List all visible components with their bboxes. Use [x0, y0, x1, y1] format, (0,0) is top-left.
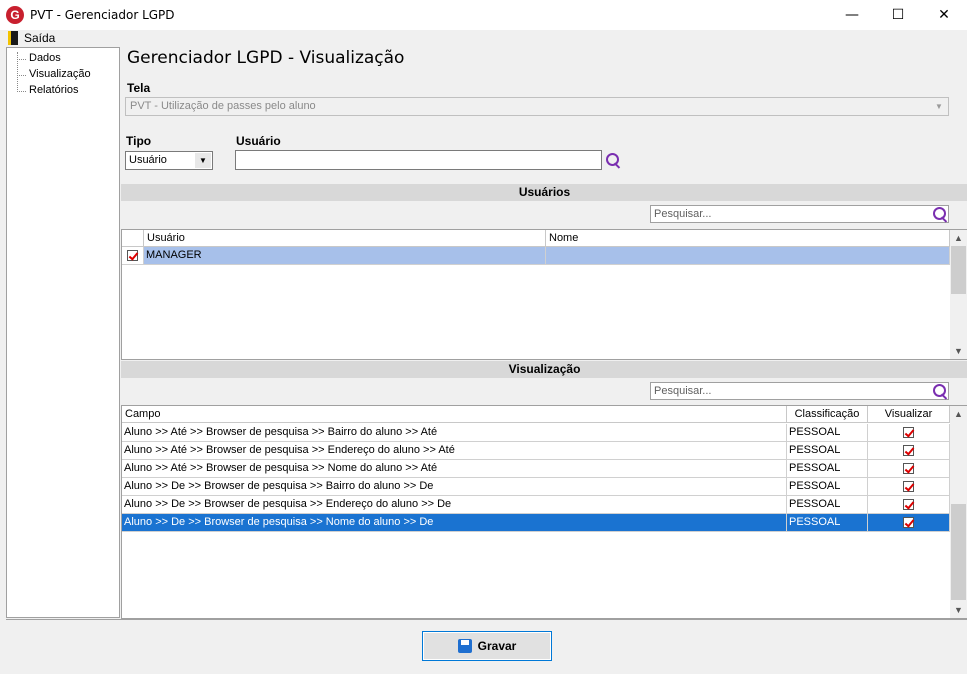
table-row[interactable]: Aluno >> Até >> Browser de pesquisa >> N…	[122, 460, 950, 478]
usuario-label: Usuário	[236, 134, 281, 148]
tela-select[interactable]: PVT - Utilização de passes pelo aluno	[125, 97, 949, 116]
close-button[interactable]: ✕	[921, 0, 967, 30]
usuario-input[interactable]	[235, 150, 602, 170]
save-button[interactable]: Gravar	[422, 631, 552, 661]
visualizar-cell[interactable]	[868, 478, 950, 496]
table-header-classificacao[interactable]: Classificação	[787, 406, 868, 423]
classificacao-cell: PESSOAL	[787, 460, 868, 478]
usuario-cell: MANAGER	[144, 247, 546, 265]
visualizar-cell[interactable]	[868, 442, 950, 460]
table-row[interactable]: MANAGER	[122, 247, 950, 265]
window-title: PVT - Gerenciador LGPD	[30, 8, 175, 22]
tree-item-visualizacao[interactable]: Visualização	[17, 68, 91, 80]
scroll-down-icon[interactable]: ▼	[950, 602, 967, 618]
table-header-nome[interactable]: Nome	[546, 230, 950, 247]
campo-cell: Aluno >> De >> Browser de pesquisa >> Ba…	[122, 478, 787, 496]
table-header-campo[interactable]: Campo	[122, 406, 787, 423]
table-row[interactable]: Aluno >> De >> Browser de pesquisa >> En…	[122, 496, 950, 514]
table-header-usuario[interactable]: Usuário	[144, 230, 546, 247]
table-row-selected[interactable]: Aluno >> De >> Browser de pesquisa >> No…	[122, 514, 950, 532]
scroll-thumb[interactable]	[951, 504, 966, 600]
menu-item-saida[interactable]: Saída	[24, 31, 55, 45]
visualizar-cell[interactable]	[868, 514, 950, 532]
exit-door-icon[interactable]	[8, 31, 18, 45]
visualizar-checkbox[interactable]	[903, 463, 914, 474]
menu-bar	[0, 30, 967, 47]
divider	[6, 619, 967, 620]
scroll-thumb[interactable]	[951, 246, 966, 294]
search-icon[interactable]	[933, 384, 947, 398]
tipo-label: Tipo	[126, 134, 152, 148]
tree-item-relatorios[interactable]: Relatórios	[17, 84, 79, 96]
table-row[interactable]: Aluno >> Até >> Browser de pesquisa >> E…	[122, 442, 950, 460]
campo-cell: Aluno >> De >> Browser de pesquisa >> En…	[122, 496, 787, 514]
campo-cell: Aluno >> Até >> Browser de pesquisa >> E…	[122, 442, 787, 460]
app-logo-icon: G	[6, 6, 24, 24]
nome-cell	[546, 247, 950, 265]
visualizacao-table: Campo Classificação Visualizar Aluno >> …	[121, 405, 967, 619]
maximize-button[interactable]: ☐	[875, 0, 921, 30]
floppy-disk-icon	[457, 639, 472, 653]
chevron-down-icon[interactable]: ▼	[931, 99, 947, 114]
campo-cell: Aluno >> De >> Browser de pesquisa >> No…	[122, 514, 787, 532]
row-checkbox-cell[interactable]	[122, 247, 144, 265]
visualizar-checkbox[interactable]	[903, 517, 914, 528]
campo-cell: Aluno >> Até >> Browser de pesquisa >> N…	[122, 460, 787, 478]
checkbox[interactable]	[127, 250, 138, 261]
visualizar-cell[interactable]	[868, 460, 950, 478]
classificacao-cell: PESSOAL	[787, 478, 868, 496]
vertical-scrollbar[interactable]: ▲ ▼	[950, 230, 967, 359]
tela-label: Tela	[127, 81, 151, 95]
classificacao-cell: PESSOAL	[787, 442, 868, 460]
visualizar-checkbox[interactable]	[903, 445, 914, 456]
table-header-check	[122, 230, 144, 247]
chevron-down-icon[interactable]: ▼	[195, 153, 211, 168]
usuarios-section-header: Usuários	[121, 184, 967, 201]
save-button-label: Gravar	[477, 639, 517, 653]
table-header-visualizar[interactable]: Visualizar	[868, 406, 950, 423]
search-icon[interactable]	[606, 153, 620, 167]
visualizacao-section-header: Visualização	[121, 361, 967, 378]
table-row[interactable]: Aluno >> Até >> Browser de pesquisa >> B…	[122, 424, 950, 442]
classificacao-cell: PESSOAL	[787, 514, 868, 532]
minimize-button[interactable]: —	[829, 0, 875, 30]
visualizar-checkbox[interactable]	[903, 481, 914, 492]
visualizar-checkbox[interactable]	[903, 427, 914, 438]
visualizar-cell[interactable]	[868, 496, 950, 514]
visualizacao-search-input[interactable]: Pesquisar...	[650, 382, 949, 400]
tree-item-dados[interactable]: Dados	[17, 52, 61, 64]
campo-cell: Aluno >> Até >> Browser de pesquisa >> B…	[122, 424, 787, 442]
visualizar-checkbox[interactable]	[903, 499, 914, 510]
vertical-scrollbar[interactable]: ▲ ▼	[950, 406, 967, 618]
search-icon[interactable]	[933, 207, 947, 221]
usuarios-table: Usuário Nome MANAGER ▲ ▼	[121, 229, 967, 360]
classificacao-cell: PESSOAL	[787, 424, 868, 442]
scroll-up-icon[interactable]: ▲	[950, 406, 967, 422]
visualizar-cell[interactable]	[868, 424, 950, 442]
navigation-tree: Dados Visualização Relatórios	[6, 47, 120, 618]
page-title: Gerenciador LGPD - Visualização	[127, 48, 405, 68]
table-row[interactable]: Aluno >> De >> Browser de pesquisa >> Ba…	[122, 478, 950, 496]
scroll-down-icon[interactable]: ▼	[950, 343, 967, 359]
classificacao-cell: PESSOAL	[787, 496, 868, 514]
scroll-up-icon[interactable]: ▲	[950, 230, 967, 246]
usuarios-search-input[interactable]: Pesquisar...	[650, 205, 949, 223]
